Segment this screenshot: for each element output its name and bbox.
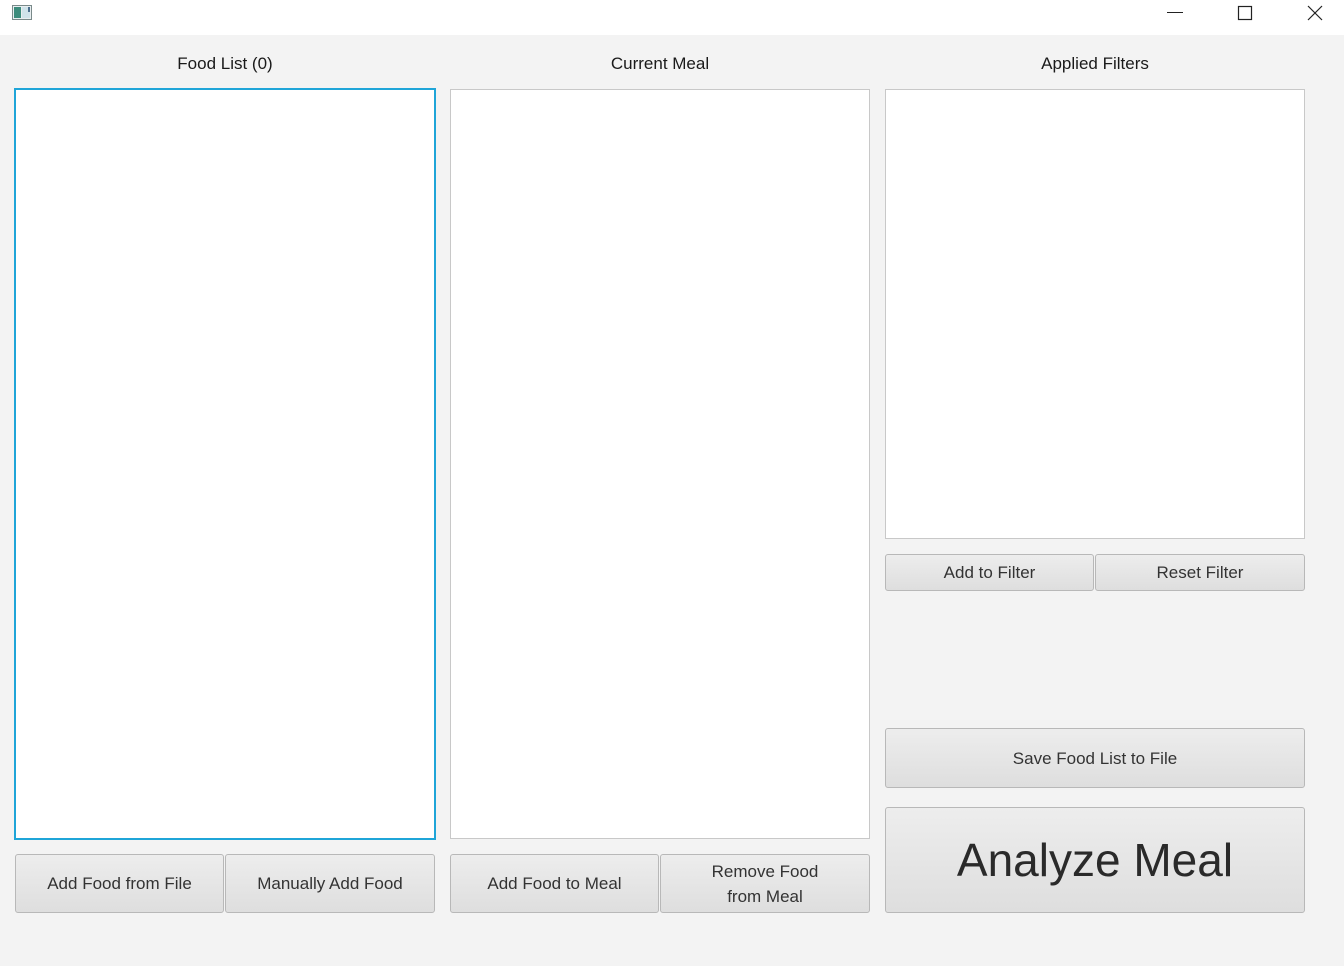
food-list[interactable]	[14, 88, 436, 840]
reset-filter-button[interactable]: Reset Filter	[1095, 554, 1305, 591]
analyze-meal-button[interactable]: Analyze Meal	[885, 807, 1305, 913]
current-meal-list[interactable]	[450, 89, 870, 839]
food-list-title: Food List (0)	[177, 54, 273, 73]
add-food-to-meal-button[interactable]: Add Food to Meal	[450, 854, 659, 913]
close-button[interactable]	[1292, 0, 1338, 32]
current-meal-title: Current Meal	[610, 54, 710, 73]
add-to-filter-button[interactable]: Add to Filter	[885, 554, 1094, 591]
applied-filters-title: Applied Filters	[1041, 54, 1149, 73]
remove-food-from-meal-button[interactable]: Remove Food from Meal	[660, 854, 870, 913]
maximize-icon	[1237, 5, 1253, 21]
minimize-icon	[1167, 12, 1183, 13]
maximize-button[interactable]	[1222, 0, 1268, 32]
title-bar	[0, 0, 1344, 35]
manually-add-food-button[interactable]: Manually Add Food	[225, 854, 435, 913]
remove-food-label-line1: Remove Food	[711, 861, 819, 881]
applied-filters-list[interactable]	[885, 89, 1305, 539]
save-food-list-button[interactable]: Save Food List to File	[885, 728, 1305, 788]
app-window-icon	[12, 5, 32, 20]
close-icon	[1307, 5, 1323, 21]
remove-food-label-line2: from Meal	[727, 886, 803, 906]
add-food-from-file-button[interactable]: Add Food from File	[15, 854, 224, 913]
minimize-button[interactable]	[1152, 0, 1198, 32]
